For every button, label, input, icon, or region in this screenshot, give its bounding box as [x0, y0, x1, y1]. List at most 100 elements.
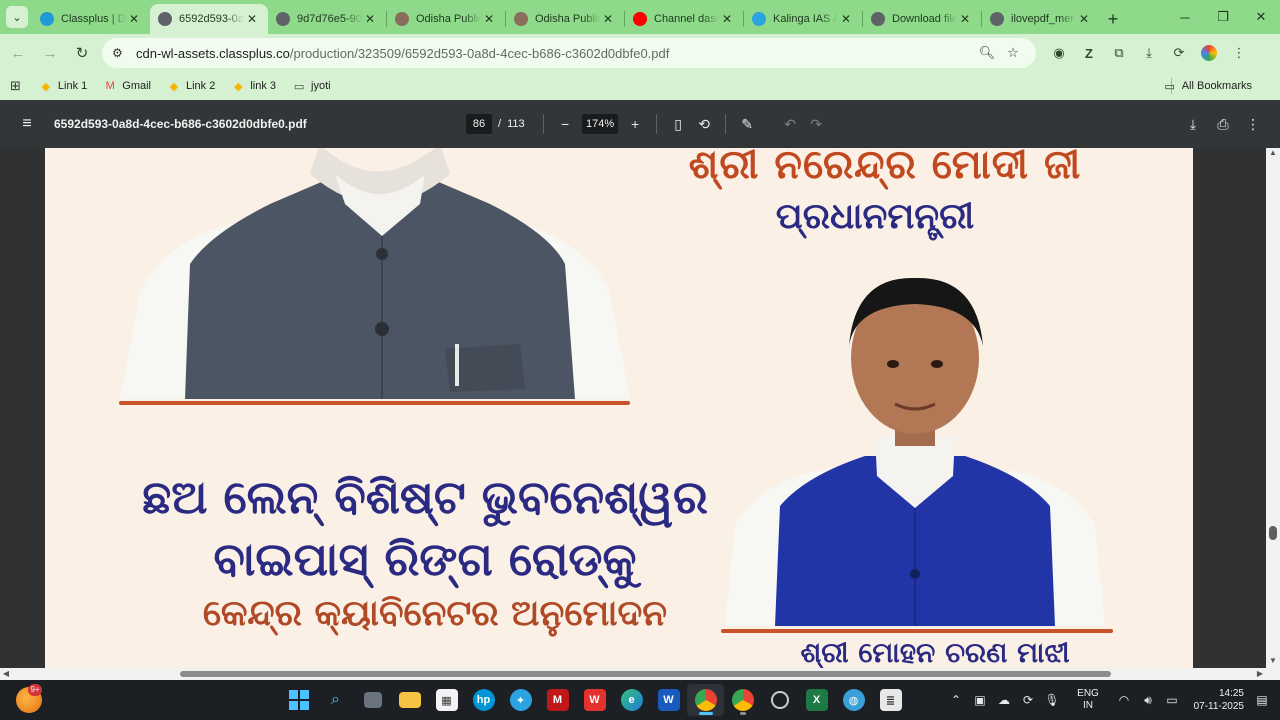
- task-view-button[interactable]: [354, 684, 391, 716]
- close-tab-icon[interactable]: ✕: [838, 12, 854, 26]
- browser-tab[interactable]: 6592d593-0a ✕: [150, 4, 268, 34]
- browser-tab[interactable]: Download file ✕: [863, 4, 981, 34]
- new-tab-button[interactable]: +: [1100, 4, 1126, 34]
- favicon-icon: [752, 12, 766, 26]
- chrome-profile-button[interactable]: [724, 684, 761, 716]
- notepad-button[interactable]: ≣: [872, 684, 909, 716]
- app-button[interactable]: ✦: [502, 684, 539, 716]
- clock[interactable]: 14:25 07-11-2025: [1184, 687, 1244, 713]
- pdf-menu-button[interactable]: ≡: [0, 115, 54, 133]
- extension-icon[interactable]: ◉: [1044, 38, 1074, 68]
- back-button[interactable]: ←: [2, 37, 34, 69]
- redo-button[interactable]: ↷: [803, 111, 829, 137]
- menu-kebab-icon[interactable]: ⋮: [1224, 38, 1254, 68]
- edge-icon: e: [620, 689, 643, 711]
- bookmark-item[interactable]: ◆ Link 1: [39, 79, 88, 93]
- zotero-icon[interactable]: Z: [1074, 38, 1104, 68]
- browser-tab[interactable]: Kalinga IAS / ✕: [744, 4, 862, 34]
- restore-button[interactable]: ❐: [1204, 0, 1242, 34]
- downloads-icon[interactable]: ⤓: [1134, 38, 1164, 68]
- close-tab-icon[interactable]: ✕: [957, 12, 973, 26]
- reload-button[interactable]: ↻: [66, 37, 98, 69]
- bookmark-item[interactable]: ◆ link 3: [231, 79, 276, 93]
- scroll-up-arrow[interactable]: ▲: [1266, 148, 1280, 160]
- sync-icon[interactable]: ⟳: [1164, 38, 1194, 68]
- notifications-icon[interactable]: ▤: [1250, 693, 1274, 707]
- mcafee-button[interactable]: M: [539, 684, 576, 716]
- sync-tray-icon[interactable]: ⟳: [1016, 693, 1040, 707]
- address-bar[interactable]: ⚙ cdn-wl-assets.classplus.co/production/…: [102, 38, 1036, 68]
- extensions-puzzle-icon[interactable]: ⧉: [1104, 38, 1134, 68]
- rotate-button[interactable]: ⟲: [691, 111, 717, 137]
- close-tab-icon[interactable]: ✕: [719, 12, 735, 26]
- globe-app-button[interactable]: ◍: [835, 684, 872, 716]
- zoom-out-button[interactable]: −: [552, 111, 578, 137]
- minimize-button[interactable]: ─: [1166, 0, 1204, 34]
- microphone-icon[interactable]: 🎙︎: [1040, 693, 1064, 707]
- tray-app-icon[interactable]: ▣: [968, 693, 992, 707]
- apps-grid-icon[interactable]: ⊞: [10, 78, 21, 94]
- store-button[interactable]: ▦: [428, 684, 465, 716]
- scroll-left-arrow[interactable]: ◀: [0, 668, 12, 680]
- undo-button[interactable]: ↶: [777, 111, 803, 137]
- windows-logo-icon: [288, 690, 309, 710]
- page-number-input[interactable]: 86: [466, 114, 492, 134]
- battery-icon[interactable]: ▭: [1160, 693, 1184, 707]
- excel-button[interactable]: X: [798, 684, 835, 716]
- portrait-image-majhi: [725, 276, 1105, 626]
- file-explorer-button[interactable]: [391, 684, 428, 716]
- download-button[interactable]: ⤓: [1180, 111, 1206, 137]
- close-tab-icon[interactable]: ✕: [600, 12, 616, 26]
- wps-button[interactable]: W: [576, 684, 613, 716]
- hp-app-button[interactable]: hp: [465, 684, 502, 716]
- tab-title: Odisha Public: [535, 13, 600, 25]
- print-button[interactable]: ⎙: [1210, 111, 1236, 137]
- bookmark-item[interactable]: ▭ jyoti: [292, 79, 331, 93]
- chevron-up-icon[interactable]: ⌃: [944, 693, 968, 707]
- close-tab-icon[interactable]: ✕: [1076, 12, 1092, 26]
- onedrive-icon[interactable]: ☁: [992, 693, 1016, 707]
- close-window-button[interactable]: ✕: [1242, 0, 1280, 34]
- clock-app-button[interactable]: [761, 684, 798, 716]
- edge-button[interactable]: e: [613, 684, 650, 716]
- forward-button[interactable]: →: [34, 37, 66, 69]
- zoom-icon[interactable]: 🔍︎: [974, 45, 1000, 61]
- vertical-scrollbar[interactable]: ▲ ▼: [1266, 148, 1280, 668]
- vertical-scroll-thumb[interactable]: [1269, 526, 1277, 541]
- profile-avatar-icon[interactable]: [1194, 38, 1224, 68]
- bookmark-item[interactable]: ◆ Link 2: [167, 79, 216, 93]
- close-tab-icon[interactable]: ✕: [244, 12, 260, 26]
- browser-tab[interactable]: ilovepdf_mer ✕: [982, 4, 1100, 34]
- browser-tab[interactable]: Classplus | DI ✕: [32, 4, 150, 34]
- word-button[interactable]: W: [650, 684, 687, 716]
- horizontal-scrollbar[interactable]: ◀ ▶: [0, 668, 1266, 680]
- language-indicator[interactable]: ENG IN: [1070, 688, 1106, 712]
- scroll-down-arrow[interactable]: ▼: [1266, 656, 1280, 668]
- zoom-level-input[interactable]: 174%: [582, 114, 619, 134]
- annotate-button[interactable]: ✎: [734, 111, 760, 137]
- wifi-icon[interactable]: ◠: [1112, 693, 1136, 707]
- browser-tab[interactable]: Odisha Public ✕: [506, 4, 624, 34]
- volume-icon[interactable]: 🔊︎: [1136, 693, 1160, 708]
- scroll-right-arrow[interactable]: ▶: [1254, 668, 1266, 680]
- start-button[interactable]: [280, 684, 317, 716]
- horizontal-scroll-thumb[interactable]: [179, 671, 1112, 677]
- windows-taskbar: 9+ ⌕ ▦ hp ✦ M W e W X ◍ ≣ ⌃ ▣ ☁ ⟳ 🎙︎ ENG…: [0, 680, 1280, 720]
- site-info-icon[interactable]: ⚙: [112, 46, 130, 60]
- search-button[interactable]: ⌕: [317, 684, 354, 716]
- bookmark-item[interactable]: M Gmail: [103, 79, 151, 93]
- more-actions-button[interactable]: ⋮: [1240, 111, 1266, 137]
- pdf-viewport[interactable]: ଶ୍ରୀ ନରେନ୍ଦ୍ର ମୋଦୀ ଜୀ ପ୍ରଧାନମନ୍ତ୍ରୀ ଛଅ ଲ…: [0, 148, 1266, 668]
- bookmark-star-icon[interactable]: ☆: [1000, 45, 1026, 61]
- zoom-in-button[interactable]: +: [622, 111, 648, 137]
- close-tab-icon[interactable]: ✕: [362, 12, 378, 26]
- chrome-button[interactable]: [687, 684, 724, 716]
- browser-tab[interactable]: Odisha Public ✕: [387, 4, 505, 34]
- all-bookmarks-button[interactable]: ▭ All Bookmarks: [1163, 72, 1253, 100]
- tab-search-button[interactable]: ⌄: [6, 6, 28, 28]
- close-tab-icon[interactable]: ✕: [481, 12, 497, 26]
- browser-tab[interactable]: Channel dash ✕: [625, 4, 743, 34]
- fit-page-button[interactable]: ▯: [665, 111, 691, 137]
- browser-tab[interactable]: 9d7d76e5-90 ✕: [268, 4, 386, 34]
- close-tab-icon[interactable]: ✕: [126, 12, 142, 26]
